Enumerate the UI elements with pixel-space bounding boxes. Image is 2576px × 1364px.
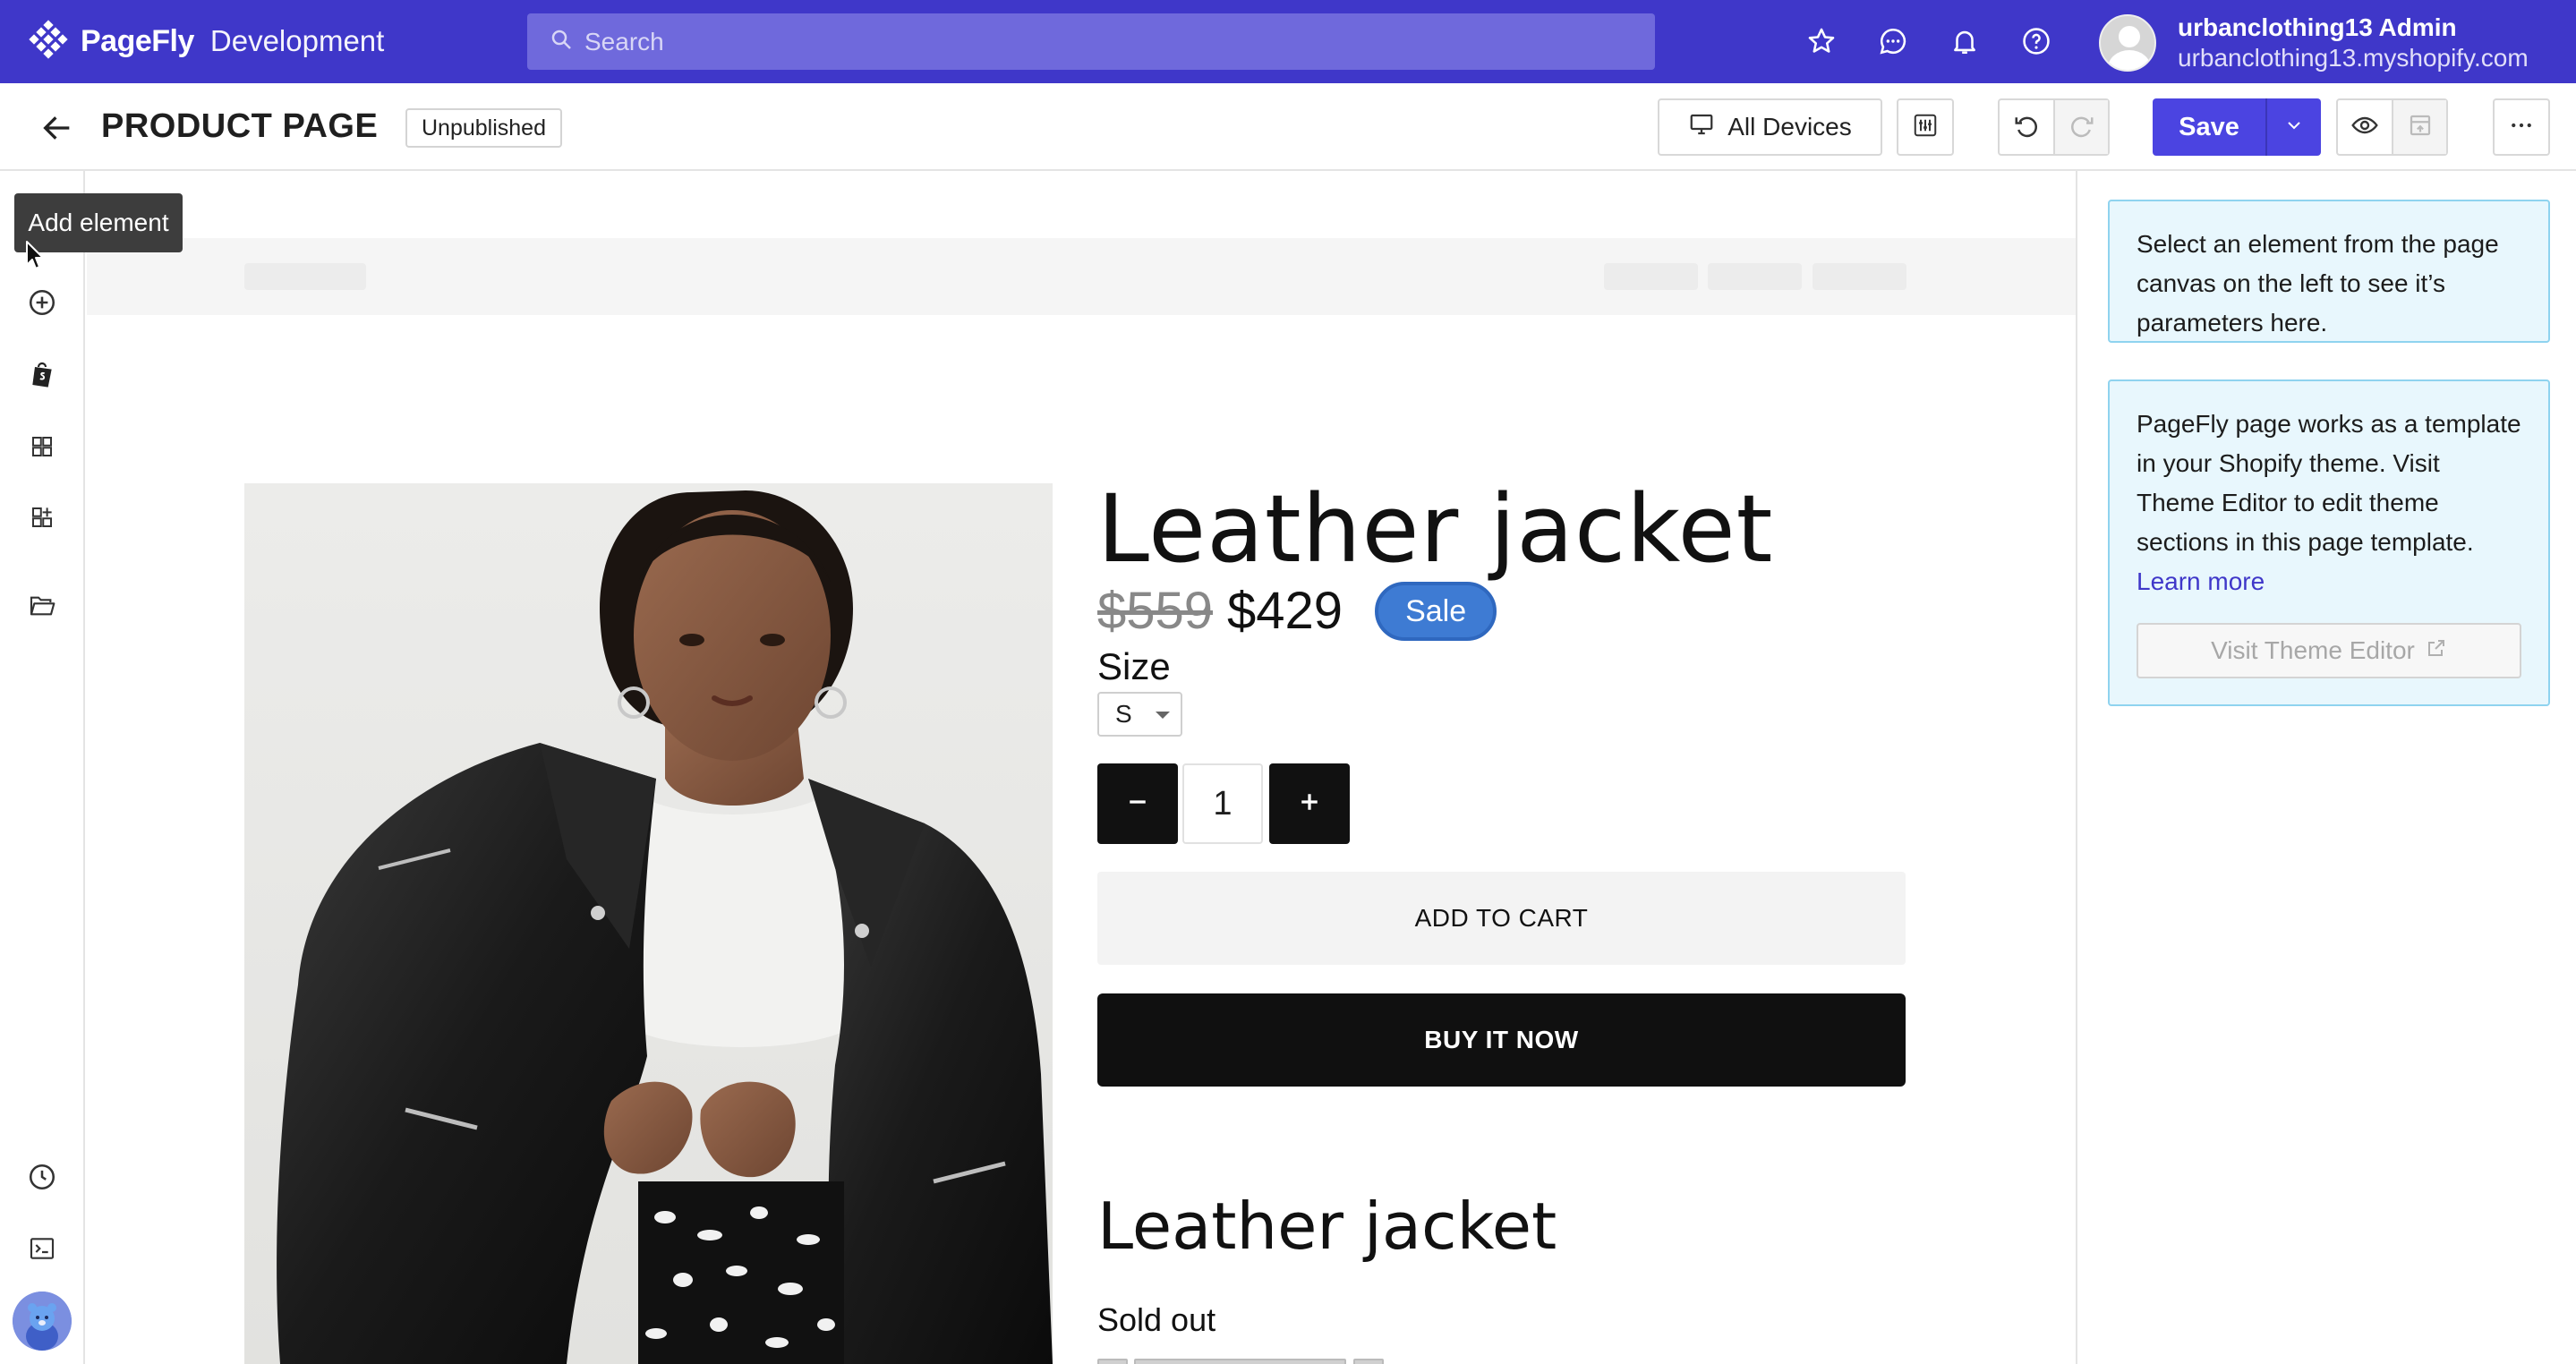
- mouse-cursor-icon: [25, 240, 45, 275]
- bell-icon[interactable]: [1947, 23, 1983, 59]
- mascot-avatar-icon[interactable]: [13, 1292, 72, 1351]
- undo-icon: [2013, 112, 2040, 143]
- compare-at-price: $559: [1097, 582, 1214, 640]
- desktop-icon: [1688, 111, 1715, 144]
- publish-button[interactable]: [2392, 100, 2446, 154]
- save-options-button[interactable]: [2265, 98, 2321, 156]
- header-placeholder: [87, 238, 2076, 315]
- shopify-icon[interactable]: [25, 357, 59, 391]
- grid-icon[interactable]: [25, 430, 59, 464]
- product-image[interactable]: [244, 483, 1053, 1364]
- sliders-icon: [1912, 112, 1939, 143]
- size-label: Size: [1097, 645, 1171, 687]
- search-input[interactable]: Search: [527, 13, 1655, 70]
- add-to-cart-button[interactable]: ADD TO CART: [1097, 872, 1906, 965]
- search-icon: [550, 28, 572, 56]
- terminal-icon[interactable]: [25, 1232, 59, 1266]
- inspector-panel: Select an element from the page canvas o…: [2079, 171, 2576, 1364]
- skeleton-block: [1604, 263, 1698, 290]
- undo-redo-group: [1998, 98, 2110, 156]
- quantity-increase-button[interactable]: [1269, 763, 1350, 844]
- stock-status: Sold out: [1097, 1301, 1216, 1338]
- redo-button[interactable]: [2053, 100, 2108, 154]
- size-select[interactable]: S: [1097, 692, 1182, 737]
- user-name: urbanclothing13 Admin: [2178, 13, 2457, 41]
- inspector-hint-text: Select an element from the page canvas o…: [2137, 230, 2499, 337]
- product-title[interactable]: Leather jacket: [1097, 478, 1773, 581]
- device-selector-label: All Devices: [1727, 113, 1852, 141]
- sale-price: $429: [1227, 582, 1343, 640]
- caret-down-icon: [1156, 712, 1170, 719]
- visit-theme-editor-label: Visit Theme Editor: [2211, 636, 2415, 664]
- skeleton-block: [1708, 263, 1802, 290]
- cut-off-element: [1134, 1359, 1346, 1364]
- product-price[interactable]: $559 $429 Sale: [1097, 581, 1497, 641]
- undo-button[interactable]: [2000, 100, 2053, 154]
- folder-icon[interactable]: [25, 589, 59, 623]
- external-link-icon: [2426, 631, 2447, 670]
- pagefly-logo[interactable]: PageFly Development: [27, 20, 384, 63]
- template-info: PageFly page works as a template in your…: [2108, 379, 2550, 706]
- size-value: S: [1115, 700, 1132, 728]
- history-clock-icon[interactable]: [25, 1160, 59, 1194]
- more-options-button[interactable]: [2493, 98, 2550, 156]
- logo-name: PageFly: [81, 23, 194, 58]
- chevron-down-icon: [2283, 115, 2305, 141]
- page-title: PRODUCT PAGE: [101, 107, 379, 145]
- avatar: [2099, 14, 2156, 72]
- inspector-hint: Select an element from the page canvas o…: [2108, 200, 2550, 343]
- apps-add-icon[interactable]: [25, 500, 59, 534]
- cut-off-element: [1097, 1359, 1128, 1364]
- preview-group: [2336, 98, 2448, 156]
- store-domain: urbanclothing13.myshopify.com: [2178, 44, 2529, 72]
- eye-icon: [2350, 111, 2379, 144]
- environment-label: Development: [209, 24, 385, 57]
- save-button-group: Save: [2153, 98, 2321, 156]
- top-bar: PageFly Development Search urbanclothing…: [0, 0, 2576, 83]
- skeleton-block: [244, 263, 366, 290]
- page-canvas[interactable]: Leather jacket $559 $429 Sale Size S 1 A…: [87, 171, 2077, 1364]
- buy-it-now-button[interactable]: BUY IT NOW: [1097, 993, 1906, 1087]
- pagefly-logo-icon: [27, 20, 70, 63]
- quantity-decrease-button[interactable]: [1097, 763, 1178, 844]
- visit-theme-editor-button[interactable]: Visit Theme Editor: [2137, 623, 2521, 678]
- publish-icon: [2407, 112, 2434, 143]
- device-selector-button[interactable]: All Devices: [1658, 98, 1882, 156]
- search-placeholder: Search: [584, 27, 664, 55]
- editor-header: PRODUCT PAGE Unpublished All Devices Sav…: [0, 83, 2576, 171]
- quantity-input[interactable]: 1: [1182, 763, 1263, 844]
- template-info-text: PageFly page works as a template in your…: [2137, 410, 2521, 556]
- skeleton-block: [1813, 263, 1906, 290]
- preview-button[interactable]: [2338, 100, 2392, 154]
- learn-more-link[interactable]: Learn more: [2137, 562, 2521, 601]
- chat-icon[interactable]: [1875, 23, 1911, 59]
- add-circle-icon[interactable]: [25, 286, 59, 320]
- sale-badge[interactable]: Sale: [1375, 581, 1497, 641]
- redo-icon: [2068, 112, 2095, 143]
- save-button[interactable]: Save: [2153, 98, 2265, 156]
- plus-icon: [1296, 789, 1323, 820]
- cut-off-element: [1353, 1359, 1384, 1364]
- minus-icon: [1124, 789, 1151, 820]
- back-arrow-icon[interactable]: [39, 110, 75, 146]
- page-settings-button[interactable]: [1897, 98, 1954, 156]
- more-horizontal-icon: [2508, 112, 2535, 143]
- product-title-secondary[interactable]: Leather jacket: [1097, 1189, 1557, 1264]
- user-menu[interactable]: urbanclothing13 Admin urbanclothing13.my…: [2099, 13, 2529, 73]
- left-sidebar: [0, 171, 85, 1364]
- help-icon[interactable]: [2018, 23, 2054, 59]
- star-icon[interactable]: [1804, 23, 1839, 59]
- status-badge: Unpublished: [405, 108, 562, 148]
